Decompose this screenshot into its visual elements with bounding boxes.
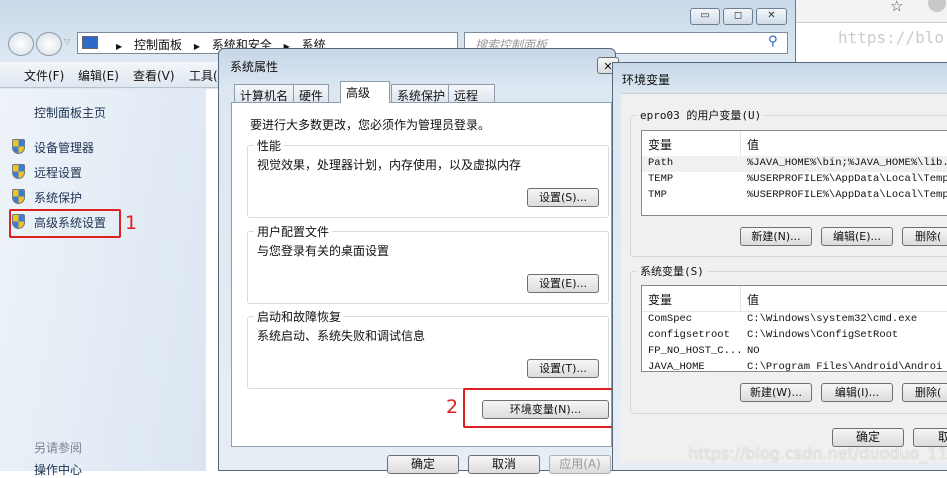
minimize-button[interactable]: ▭ [690, 8, 720, 25]
startup-settings-button[interactable]: 设置(T)... [527, 359, 599, 378]
ok-button[interactable]: 确定 [387, 455, 459, 474]
tab-system-protection[interactable]: 系统保护 [391, 84, 452, 103]
env-dialog-title: 环境变量 [622, 73, 671, 87]
step2-label: 2 [446, 396, 459, 418]
group-title: 启动和故障恢复 [254, 308, 345, 325]
step1-label: 1 [125, 212, 138, 234]
user-new-button[interactable]: 新建(N)... [740, 227, 812, 246]
group-title: 系统变量(S) [637, 263, 707, 279]
variable-name: FP_NO_HOST_C... [648, 345, 743, 357]
variable-value: C:\Windows\ConfigSetRoot [747, 329, 899, 341]
table-row[interactable]: FP_NO_HOST_C... NO [642, 344, 947, 360]
variable-name: JAVA_HOME [648, 361, 705, 372]
table-row[interactable]: ComSpec C:\Windows\system32\cmd.exe [642, 312, 947, 328]
search-icon[interactable]: ⚲ [768, 34, 778, 49]
variable-name: TEMP [648, 173, 674, 185]
column-variable[interactable]: 变量 [648, 291, 672, 308]
shield-icon [12, 139, 25, 154]
user-delete-button[interactable]: 删除( [902, 227, 947, 246]
browser-toolbar [796, 0, 947, 23]
variable-name: TMP [648, 189, 667, 201]
chevron-right-icon: ▶ [116, 42, 123, 51]
group-description: 与您登录有关的桌面设置 [257, 244, 390, 258]
see-also-heading: 另请参阅 [34, 441, 83, 455]
group-description: 视觉效果，处理器计划，内存使用，以及虚拟内存 [257, 158, 522, 172]
group-title: epro03 的用户变量(U) [637, 107, 765, 123]
menu-tools[interactable]: 工具( [189, 67, 218, 84]
user-profiles-group: 用户配置文件 与您登录有关的桌面设置 设置(E)... [247, 223, 609, 304]
star-icon[interactable]: ☆ [890, 0, 903, 15]
group-description: 系统启动、系统失败和调试信息 [257, 329, 426, 343]
tab-computer-name[interactable]: 计算机名 [234, 84, 295, 103]
user-edit-button[interactable]: 编辑(E)... [821, 227, 893, 246]
watermark: https://blog.csdn.net/duoduo_11011 [688, 444, 947, 463]
column-variable[interactable]: 变量 [648, 136, 672, 153]
highlight-box-step2 [463, 388, 615, 428]
sidebar-item-system-protection[interactable]: 系统保护 [34, 189, 82, 206]
table-row[interactable]: JAVA_HOME C:\Program Files\Android\Androi [642, 360, 947, 372]
tab-advanced[interactable]: 高级 [340, 81, 390, 103]
breadcrumb-item[interactable]: 控制面板 [134, 38, 182, 52]
tab-remote[interactable]: 远程 [448, 84, 495, 103]
system-delete-button[interactable]: 删除( [902, 383, 947, 402]
group-title: 用户配置文件 [254, 223, 333, 240]
cancel-button[interactable]: 取消 [468, 455, 540, 474]
performance-settings-button[interactable]: 设置(S)... [527, 188, 599, 207]
column-value[interactable]: 值 [747, 136, 759, 153]
menu-file[interactable]: 文件(F) [24, 67, 64, 84]
variable-value: C:\Windows\system32\cmd.exe [747, 313, 918, 325]
variable-name: configsetroot [648, 329, 730, 341]
highlight-box-step1 [9, 209, 121, 238]
history-dropdown-icon[interactable]: ▽ [64, 37, 70, 46]
variable-value: %USERPROFILE%\AppData\Local\Temp [747, 189, 947, 201]
system-new-button[interactable]: 新建(W)... [740, 383, 812, 402]
table-row[interactable]: Path %JAVA_HOME%\bin;%JAVA_HOME%\lib... [642, 156, 947, 172]
dialog-title: 系统属性 [230, 60, 279, 74]
menu-view[interactable]: 查看(V) [133, 67, 175, 84]
sidebar-link-action-center[interactable]: 操作中心 [34, 461, 82, 478]
back-button[interactable] [8, 32, 34, 56]
shield-icon [12, 164, 25, 179]
apply-button[interactable]: 应用(A) [549, 455, 611, 474]
menu-edit[interactable]: 编辑(E) [78, 67, 119, 84]
list-header: 变量 值 [642, 286, 947, 312]
chevron-right-icon: ▶ [193, 42, 200, 51]
table-row[interactable]: TMP %USERPROFILE%\AppData\Local\Temp [642, 188, 947, 204]
shield-icon [12, 189, 25, 204]
variable-value: NO [747, 345, 760, 357]
user-variables-list[interactable]: 变量 值 Path %JAVA_HOME%\bin;%JAVA_HOME%\lib.… [641, 130, 947, 216]
admin-note: 要进行大多数更改，您必须作为管理员登录。 [250, 118, 491, 132]
variable-name: Path [648, 157, 674, 169]
forward-button[interactable] [36, 32, 62, 56]
variable-value: C:\Program Files\Android\Androi [747, 361, 943, 372]
column-value[interactable]: 值 [747, 291, 759, 308]
sidebar-item-remote-settings[interactable]: 远程设置 [34, 164, 82, 181]
sidebar: 控制面板主页 设备管理器 远程设置 系统保护 高级系统设置 另请参阅 操作中心 [0, 89, 206, 477]
group-title: 性能 [254, 137, 285, 154]
system-variables-list[interactable]: 变量 值 ComSpec C:\Windows\system32\cmd.exe c… [641, 285, 947, 372]
startup-recovery-group: 启动和故障恢复 系统启动、系统失败和调试信息 设置(T)... [247, 308, 609, 389]
menu-bar: 文件(F) 编辑(E) 查看(V) 工具( [0, 62, 220, 88]
close-button[interactable]: ✕ [756, 8, 787, 25]
sidebar-home-link[interactable]: 控制面板主页 [34, 104, 106, 121]
browser-url-text: https://blo [838, 28, 944, 47]
variable-value: %JAVA_HOME%\bin;%JAVA_HOME%\lib... [747, 157, 947, 169]
variable-value: %USERPROFILE%\AppData\Local\Temp [747, 173, 947, 185]
user-profiles-settings-button[interactable]: 设置(E)... [527, 274, 599, 293]
system-edit-button[interactable]: 编辑(I)... [821, 383, 893, 402]
table-row[interactable]: configsetroot C:\Windows\ConfigSetRoot [642, 328, 947, 344]
maximize-button[interactable]: ◻ [723, 8, 753, 25]
performance-group: 性能 视觉效果，处理器计划，内存使用，以及虚拟内存 设置(S)... [247, 137, 609, 218]
variable-name: ComSpec [648, 313, 693, 325]
sidebar-item-device-manager[interactable]: 设备管理器 [34, 139, 94, 156]
computer-icon [82, 36, 98, 49]
tab-hardware[interactable]: 硬件 [293, 84, 330, 103]
list-header: 变量 值 [642, 131, 947, 157]
table-row[interactable]: TEMP %USERPROFILE%\AppData\Local\Temp [642, 172, 947, 188]
